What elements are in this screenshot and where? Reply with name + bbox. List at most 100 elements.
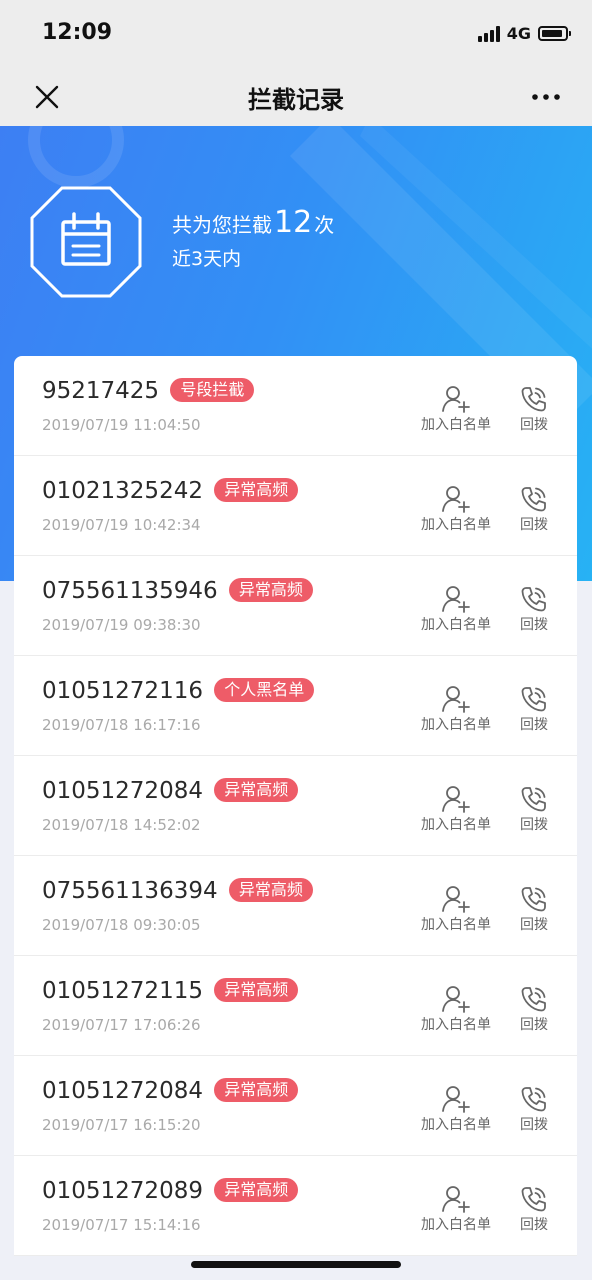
summary-suffix: 次 bbox=[314, 213, 335, 237]
add-whitelist-button[interactable]: 加入白名单 bbox=[418, 384, 494, 434]
callback-label: 回拨 bbox=[520, 1017, 548, 1033]
add-whitelist-button[interactable]: 加入白名单 bbox=[418, 684, 494, 734]
callback-label: 回拨 bbox=[520, 917, 548, 933]
add-user-icon bbox=[442, 386, 470, 413]
phone-callback-icon bbox=[521, 687, 546, 712]
phone-number: 01021325242 异常高频 bbox=[42, 478, 299, 504]
add-user-icon bbox=[442, 986, 470, 1013]
add-whitelist-button[interactable]: 加入白名单 bbox=[418, 984, 494, 1034]
phone-number: 01051272116 个人黑名单 bbox=[42, 678, 315, 704]
add-user-icon bbox=[442, 586, 470, 613]
phone-callback-icon bbox=[521, 487, 546, 512]
add-whitelist-button[interactable]: 加入白名单 bbox=[418, 884, 494, 934]
block-reason-badge: 异常高频 bbox=[228, 878, 313, 902]
add-whitelist-button[interactable]: 加入白名单 bbox=[418, 484, 494, 534]
phone-number: 075561135946 异常高频 bbox=[42, 578, 313, 604]
record-row: 01051272115 异常高频 2019/07/17 17:06:26 加入白… bbox=[14, 956, 577, 1056]
block-reason-badge: 异常高频 bbox=[228, 578, 313, 602]
summary-count-line: 共为您拦截 12 次 bbox=[172, 208, 334, 238]
phone-number-text: 01051272089 bbox=[42, 1178, 203, 1204]
callback-button[interactable]: 回拨 bbox=[514, 1084, 554, 1134]
summary-period: 近3天内 bbox=[172, 248, 242, 270]
phone-number-text: 01051272115 bbox=[42, 978, 203, 1004]
add-user-icon bbox=[442, 486, 470, 513]
phone-callback-icon bbox=[521, 1087, 546, 1112]
phone-callback-icon bbox=[521, 587, 546, 612]
phone-number-text: 01051272084 bbox=[42, 778, 203, 804]
battery-icon bbox=[538, 26, 571, 41]
phone-number: 95217425 号段拦截 bbox=[42, 378, 255, 404]
signal-bars-icon bbox=[477, 25, 500, 42]
add-whitelist-label: 加入白名单 bbox=[421, 517, 491, 533]
block-time: 2019/07/18 16:17:16 bbox=[42, 716, 201, 734]
add-user-icon bbox=[442, 1086, 470, 1113]
add-whitelist-label: 加入白名单 bbox=[421, 817, 491, 833]
callback-button[interactable]: 回拨 bbox=[514, 884, 554, 934]
add-whitelist-label: 加入白名单 bbox=[421, 1017, 491, 1033]
phone-number-text: 01051272084 bbox=[42, 1078, 203, 1104]
block-reason-badge: 异常高频 bbox=[214, 778, 299, 802]
add-whitelist-button[interactable]: 加入白名单 bbox=[418, 1184, 494, 1234]
phone-number: 01051272084 异常高频 bbox=[42, 778, 299, 804]
phone-callback-icon bbox=[521, 887, 546, 912]
add-whitelist-label: 加入白名单 bbox=[421, 1217, 491, 1233]
phone-callback-icon bbox=[521, 787, 546, 812]
record-row: 01051272116 个人黑名单 2019/07/18 16:17:16 加入… bbox=[14, 656, 577, 756]
phone-number: 075561136394 异常高频 bbox=[42, 878, 313, 904]
phone-callback-icon bbox=[521, 1187, 546, 1212]
add-whitelist-label: 加入白名单 bbox=[421, 917, 491, 933]
callback-label: 回拨 bbox=[520, 417, 548, 433]
phone-number-text: 01021325242 bbox=[42, 478, 203, 504]
status-time: 12:09 bbox=[42, 20, 113, 45]
block-time: 2019/07/19 11:04:50 bbox=[42, 416, 201, 434]
callback-button[interactable]: 回拨 bbox=[514, 1184, 554, 1234]
block-time: 2019/07/17 17:06:26 bbox=[42, 1016, 201, 1034]
callback-button[interactable]: 回拨 bbox=[514, 784, 554, 834]
add-whitelist-button[interactable]: 加入白名单 bbox=[418, 584, 494, 634]
callback-button[interactable]: 回拨 bbox=[514, 684, 554, 734]
page-title: 拦截记录 bbox=[248, 86, 344, 114]
block-reason-badge: 个人黑名单 bbox=[214, 678, 315, 702]
summary-prefix: 共为您拦截 bbox=[172, 213, 272, 237]
block-reason-badge: 异常高频 bbox=[214, 1078, 299, 1102]
more-dots-icon bbox=[532, 94, 560, 100]
record-row: 01051272084 异常高频 2019/07/17 16:15:20 加入白… bbox=[14, 1056, 577, 1156]
add-whitelist-label: 加入白名单 bbox=[421, 717, 491, 733]
callback-label: 回拨 bbox=[520, 817, 548, 833]
callback-label: 回拨 bbox=[520, 717, 548, 733]
block-time: 2019/07/19 10:42:34 bbox=[42, 516, 201, 534]
block-reason-badge: 异常高频 bbox=[214, 978, 299, 1002]
callback-button[interactable]: 回拨 bbox=[514, 484, 554, 534]
block-time: 2019/07/17 16:15:20 bbox=[42, 1116, 201, 1134]
phone-number-text: 01051272116 bbox=[42, 678, 203, 704]
more-button[interactable] bbox=[530, 80, 562, 114]
block-time: 2019/07/19 09:38:30 bbox=[42, 616, 201, 634]
callback-label: 回拨 bbox=[520, 517, 548, 533]
phone-number-text: 075561136394 bbox=[42, 878, 218, 904]
block-time: 2019/07/18 09:30:05 bbox=[42, 916, 201, 934]
add-whitelist-label: 加入白名单 bbox=[421, 617, 491, 633]
record-row: 075561136394 异常高频 2019/07/18 09:30:05 加入… bbox=[14, 856, 577, 956]
callback-button[interactable]: 回拨 bbox=[514, 384, 554, 434]
nav-bar: 拦截记录 bbox=[0, 68, 592, 126]
add-whitelist-button[interactable]: 加入白名单 bbox=[418, 784, 494, 834]
home-indicator bbox=[191, 1261, 401, 1268]
block-reason-badge: 异常高频 bbox=[214, 1178, 299, 1202]
add-whitelist-button[interactable]: 加入白名单 bbox=[418, 1084, 494, 1134]
network-type: 4G bbox=[506, 24, 531, 43]
phone-number: 01051272089 异常高频 bbox=[42, 1178, 299, 1204]
status-indicators: 4G bbox=[477, 24, 571, 43]
blocked-count: 12 bbox=[274, 205, 313, 240]
callback-button[interactable]: 回拨 bbox=[514, 584, 554, 634]
phone-number: 01051272084 异常高频 bbox=[42, 1078, 299, 1104]
add-user-icon bbox=[442, 1186, 470, 1213]
record-row: 01051272084 异常高频 2019/07/18 14:52:02 加入白… bbox=[14, 756, 577, 856]
add-user-icon bbox=[442, 686, 470, 713]
phone-callback-icon bbox=[521, 987, 546, 1012]
callback-button[interactable]: 回拨 bbox=[514, 984, 554, 1034]
add-whitelist-label: 加入白名单 bbox=[421, 1117, 491, 1133]
record-row: 075561135946 异常高频 2019/07/19 09:38:30 加入… bbox=[14, 556, 577, 656]
record-row: 01021325242 异常高频 2019/07/19 10:42:34 加入白… bbox=[14, 456, 577, 556]
add-user-icon bbox=[442, 786, 470, 813]
callback-label: 回拨 bbox=[520, 1217, 548, 1233]
